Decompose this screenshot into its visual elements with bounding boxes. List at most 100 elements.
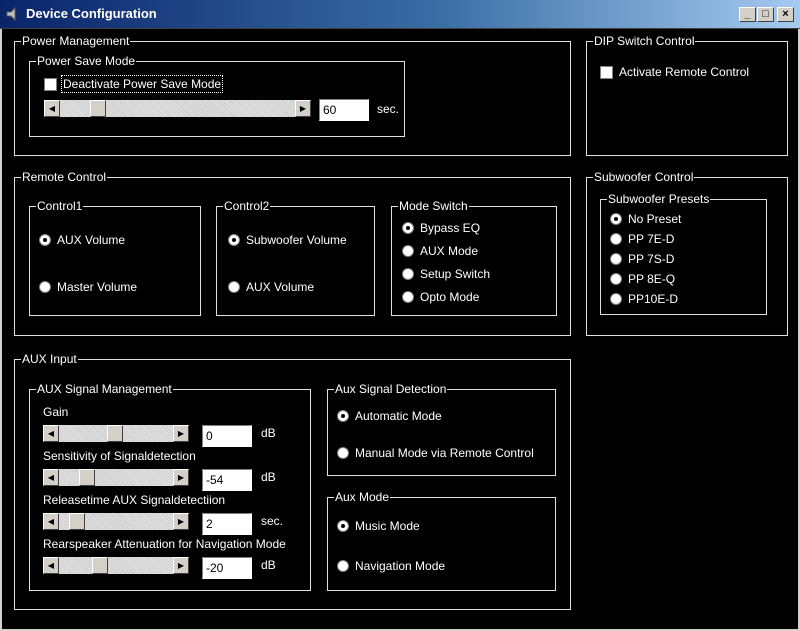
sensitivity-slider[interactable]: ◀ ▶ <box>43 469 189 486</box>
slider-right-arrow-icon[interactable]: ▶ <box>173 557 189 574</box>
slider-left-arrow-icon[interactable]: ◀ <box>43 557 59 574</box>
power-save-value-input[interactable] <box>319 99 369 121</box>
preset-option-no-preset[interactable]: No Preset <box>610 212 681 226</box>
radio-label: AUX Volume <box>246 280 315 294</box>
preset-option-pp8e-q[interactable]: PP 8E-Q <box>610 272 675 286</box>
detection-option-automatic[interactable]: Automatic Mode <box>337 409 442 423</box>
preset-option-pp10e-d[interactable]: PP10E-D <box>610 292 678 306</box>
slider-left-arrow-icon[interactable]: ◀ <box>43 425 59 442</box>
releasetime-slider[interactable]: ◀ ▶ <box>43 513 189 530</box>
group-label: Power Save Mode <box>36 54 137 68</box>
mode-switch-option-aux-mode[interactable]: AUX Mode <box>402 244 478 258</box>
subwoofer-control-group: Subwoofer Control Subwoofer Presets No P… <box>586 170 788 336</box>
releasetime-value-input[interactable] <box>202 513 252 535</box>
radio-button[interactable] <box>337 447 349 459</box>
radio-button[interactable] <box>402 245 414 257</box>
rearspeaker-value-input[interactable] <box>202 557 252 579</box>
group-label: Control1 <box>36 199 84 213</box>
group-label: AUX Input <box>21 352 78 366</box>
slider-right-arrow-icon[interactable]: ▶ <box>173 513 189 530</box>
window-title: Device Configuration <box>26 6 157 21</box>
checkbox-box[interactable] <box>44 77 57 91</box>
slider-left-arrow-icon[interactable]: ◀ <box>43 469 59 486</box>
aux-mode-option-music[interactable]: Music Mode <box>337 519 420 533</box>
preset-option-pp7e-d[interactable]: PP 7E-D <box>610 232 674 246</box>
sensitivity-label: Sensitivity of Signaldetection <box>43 449 196 463</box>
radio-button[interactable] <box>39 234 51 246</box>
client-area: Power Management Power Save Mode Deactiv… <box>0 29 800 631</box>
radio-button[interactable] <box>337 560 349 572</box>
radio-label: Bypass EQ <box>420 221 481 235</box>
mode-switch-option-opto-mode[interactable]: Opto Mode <box>402 290 479 304</box>
control2-option-aux-volume[interactable]: AUX Volume <box>228 280 314 294</box>
radio-label: AUX Mode <box>420 244 479 258</box>
control1-option-master-volume[interactable]: Master Volume <box>39 280 137 294</box>
checkbox-box[interactable] <box>600 65 613 79</box>
slider-right-arrow-icon[interactable]: ▶ <box>173 469 189 486</box>
radio-button[interactable] <box>228 281 240 293</box>
close-button[interactable]: × <box>777 7 794 22</box>
mode-switch-option-setup-switch[interactable]: Setup Switch <box>402 267 490 281</box>
deactivate-power-save-checkbox[interactable]: Deactivate Power Save Mode <box>44 75 224 93</box>
group-label: Aux Mode <box>334 490 391 504</box>
radio-button[interactable] <box>610 253 622 265</box>
checkbox-label: Activate Remote Control <box>619 65 750 79</box>
group-label: AUX Signal Management <box>36 382 173 396</box>
gain-slider[interactable]: ◀ ▶ <box>43 425 189 442</box>
power-management-group: Power Management Power Save Mode Deactiv… <box>14 34 571 156</box>
minimize-button[interactable]: _ <box>739 7 756 22</box>
slider-left-arrow-icon[interactable]: ◀ <box>44 100 60 117</box>
radio-button[interactable] <box>402 222 414 234</box>
control2-group: Control2 Subwoofer Volume AUX Volume <box>216 199 375 316</box>
mode-switch-group: Mode Switch Bypass EQ AUX Mode Setup Swi… <box>391 199 557 316</box>
group-label: Aux Signal Detection <box>334 382 448 396</box>
rearspeaker-slider[interactable]: ◀ ▶ <box>43 557 189 574</box>
subwoofer-presets-group: Subwoofer Presets No Preset PP 7E-D PP 7… <box>600 192 767 315</box>
group-label: Remote Control <box>21 170 108 184</box>
slider-right-arrow-icon[interactable]: ▶ <box>295 100 311 117</box>
sensitivity-value-input[interactable] <box>202 469 252 491</box>
aux-signal-management-group: AUX Signal Management Gain ◀ ▶ dB Sensit… <box>29 382 311 591</box>
gain-unit: dB <box>261 426 276 440</box>
radio-label: Manual Mode via Remote Control <box>355 446 534 460</box>
radio-button[interactable] <box>402 268 414 280</box>
radio-button[interactable] <box>39 281 51 293</box>
radio-label: PP 7E-D <box>628 232 675 246</box>
aux-mode-option-navigation[interactable]: Navigation Mode <box>337 559 445 573</box>
group-label: Subwoofer Control <box>593 170 695 184</box>
group-label: Control2 <box>223 199 271 213</box>
power-save-slider[interactable]: ◀ ▶ <box>44 100 311 117</box>
radio-label: Automatic Mode <box>355 409 442 423</box>
title-bar[interactable]: Device Configuration _ □ × <box>0 0 800 29</box>
slider-thumb[interactable] <box>107 425 123 442</box>
radio-button[interactable] <box>610 273 622 285</box>
radio-button[interactable] <box>228 234 240 246</box>
radio-button[interactable] <box>337 520 349 532</box>
power-save-unit: sec. <box>377 102 400 116</box>
slider-right-arrow-icon[interactable]: ▶ <box>173 425 189 442</box>
slider-thumb[interactable] <box>69 513 85 530</box>
control2-option-subwoofer-volume[interactable]: Subwoofer Volume <box>228 233 347 247</box>
radio-button[interactable] <box>610 213 622 225</box>
gain-value-input[interactable] <box>202 425 252 447</box>
radio-button[interactable] <box>337 410 349 422</box>
detection-option-manual[interactable]: Manual Mode via Remote Control <box>337 446 534 460</box>
slider-thumb[interactable] <box>79 469 95 486</box>
preset-option-pp7s-d[interactable]: PP 7S-D <box>610 252 674 266</box>
radio-button[interactable] <box>610 233 622 245</box>
control1-option-aux-volume[interactable]: AUX Volume <box>39 233 125 247</box>
gain-label: Gain <box>43 405 69 419</box>
radio-label: Music Mode <box>355 519 420 533</box>
radio-button[interactable] <box>610 293 622 305</box>
radio-button[interactable] <box>402 291 414 303</box>
group-label: Subwoofer Presets <box>607 192 711 206</box>
slider-left-arrow-icon[interactable]: ◀ <box>43 513 59 530</box>
mode-switch-option-bypass-eq[interactable]: Bypass EQ <box>402 221 480 235</box>
radio-label: Opto Mode <box>420 290 480 304</box>
radio-label: PP10E-D <box>628 292 679 306</box>
slider-thumb[interactable] <box>92 557 108 574</box>
activate-remote-control-checkbox[interactable]: Activate Remote Control <box>600 65 749 79</box>
maximize-button[interactable]: □ <box>757 7 774 22</box>
slider-thumb[interactable] <box>90 100 106 117</box>
group-label: Mode Switch <box>398 199 469 213</box>
